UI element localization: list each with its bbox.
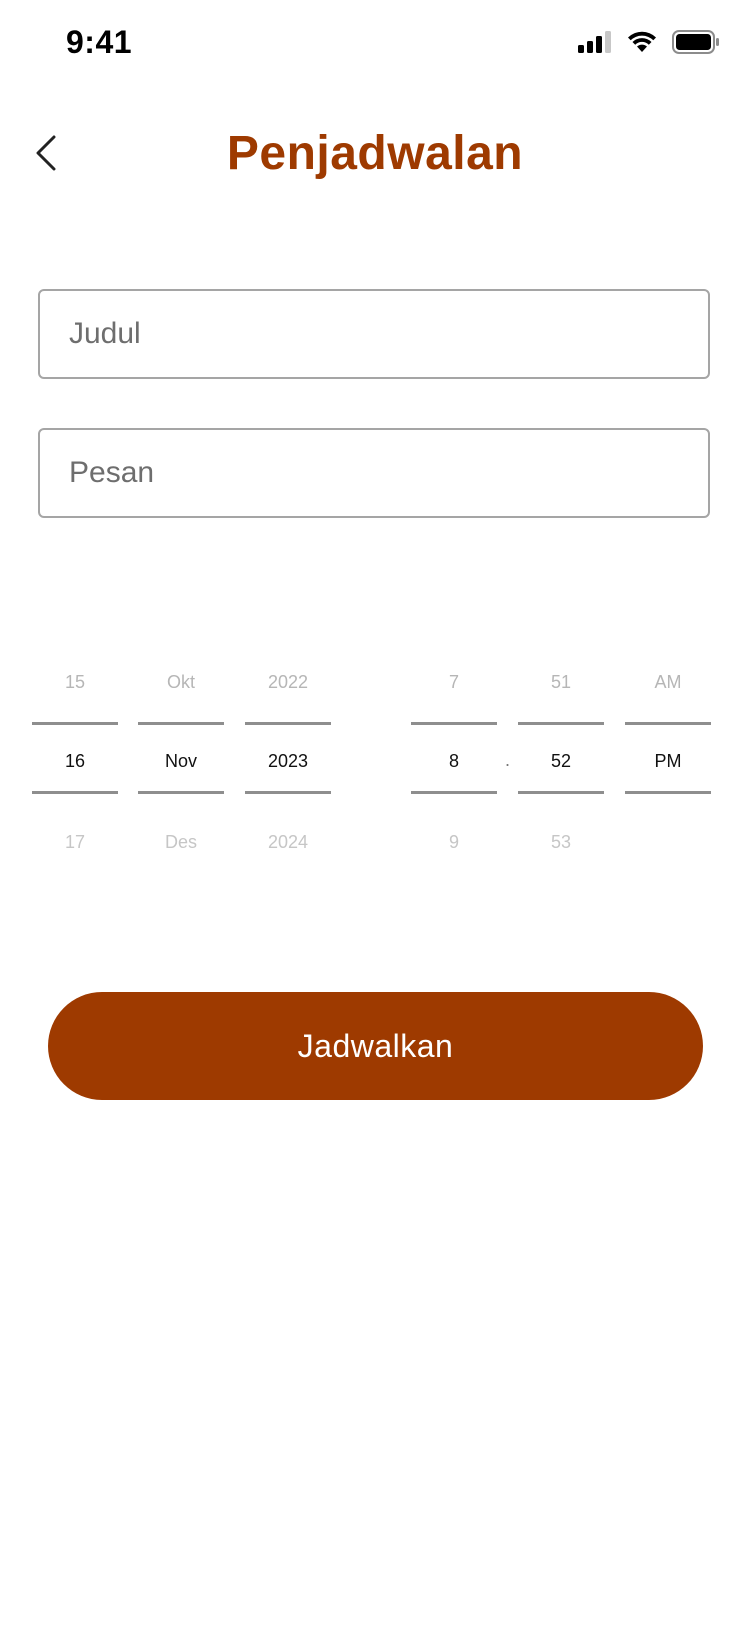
hour-next-option[interactable]: 9 [411, 832, 497, 853]
hour-selected-option[interactable]: 8 [411, 751, 497, 772]
wifi-icon [626, 30, 658, 59]
date-time-picker: 15 16 17 Okt Nov Des 2022 2023 2024 7 8 … [0, 645, 750, 852]
hour-wheel[interactable]: 7 8 9 [411, 645, 497, 852]
minute-selected-option[interactable]: 52 [518, 751, 604, 772]
status-bar: 9:41 [0, 0, 750, 90]
minute-wheel[interactable]: 51 52 53 [518, 645, 604, 852]
month-wheel[interactable]: Okt Nov Des [138, 645, 224, 852]
month-selected-option[interactable]: Nov [138, 751, 224, 772]
signal-icon [578, 31, 612, 58]
month-bottom-divider [138, 791, 224, 794]
battery-icon [672, 30, 720, 59]
year-bottom-divider [245, 791, 331, 794]
minute-bottom-divider [518, 791, 604, 794]
year-prev-option[interactable]: 2022 [245, 672, 331, 693]
month-next-option[interactable]: Des [138, 832, 224, 853]
period-selected-option[interactable]: PM [625, 751, 711, 772]
status-time: 9:41 [66, 24, 133, 60]
title-field[interactable] [38, 289, 710, 379]
year-next-option[interactable]: 2024 [245, 832, 331, 853]
year-selected-option[interactable]: 2023 [245, 751, 331, 772]
day-top-divider [32, 722, 118, 725]
month-prev-option[interactable]: Okt [138, 672, 224, 693]
month-top-divider [138, 722, 224, 725]
period-prev-option[interactable]: AM [625, 672, 711, 693]
day-next-option[interactable]: 17 [32, 832, 118, 853]
minute-next-option[interactable]: 53 [518, 832, 604, 853]
message-field[interactable] [38, 428, 710, 518]
page-title: Penjadwalan [226, 127, 524, 180]
hour-bottom-divider [411, 791, 497, 794]
period-bottom-divider [625, 791, 711, 794]
message-input[interactable] [40, 430, 708, 516]
day-wheel[interactable]: 15 16 17 [32, 645, 118, 852]
hour-prev-option[interactable]: 7 [411, 672, 497, 693]
day-selected-option[interactable]: 16 [32, 751, 118, 772]
time-separator: . [505, 750, 511, 770]
day-bottom-divider [32, 791, 118, 794]
period-top-divider [625, 722, 711, 725]
year-wheel[interactable]: 2022 2023 2024 [245, 645, 331, 852]
hour-top-divider [411, 722, 497, 725]
minute-top-divider [518, 722, 604, 725]
day-prev-option[interactable]: 15 [32, 672, 118, 693]
schedule-button[interactable]: Jadwalkan [48, 992, 703, 1100]
period-wheel[interactable]: AM PM [625, 645, 711, 845]
title-input[interactable] [40, 291, 708, 377]
year-top-divider [245, 722, 331, 725]
status-icons [578, 30, 720, 59]
minute-prev-option[interactable]: 51 [518, 672, 604, 693]
